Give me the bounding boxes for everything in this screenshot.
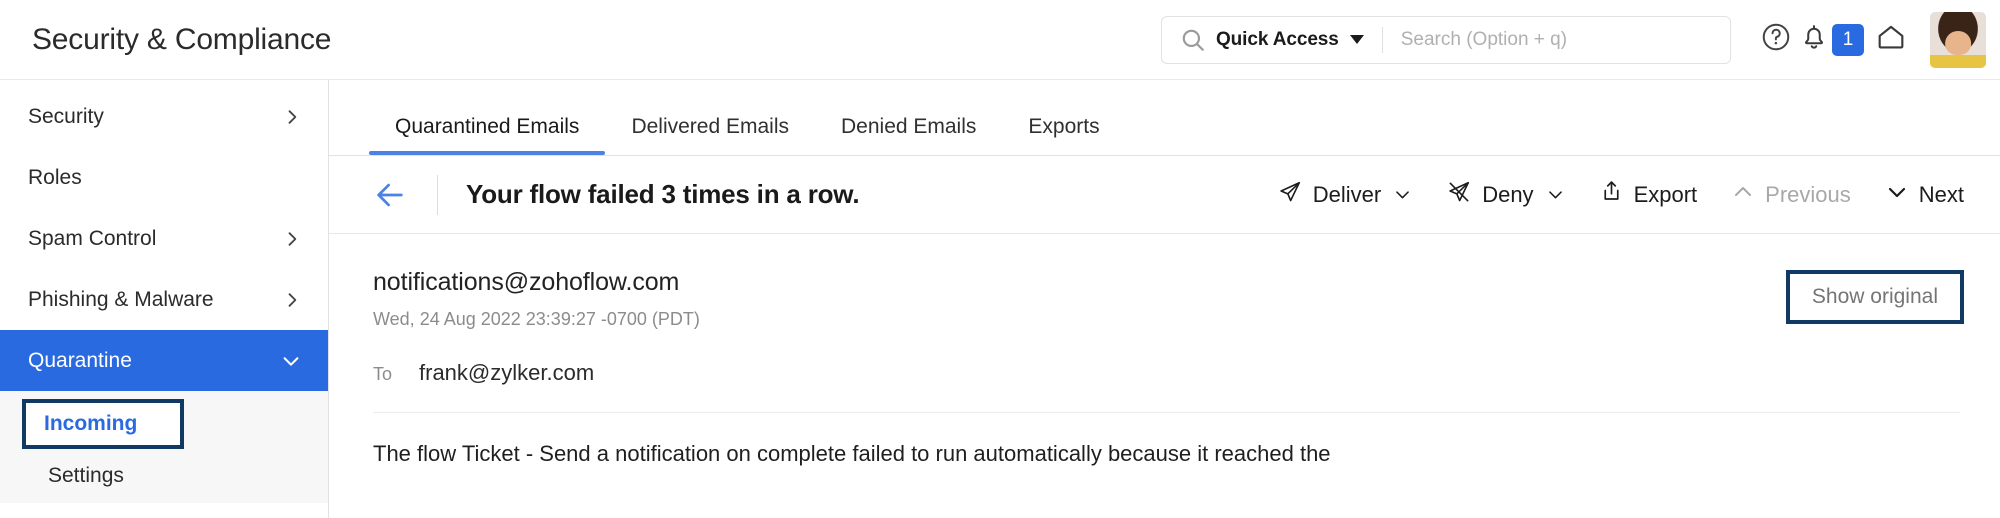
- body: Security Roles Spam Control Phishing & M…: [0, 80, 2000, 518]
- action-label: Previous: [1765, 181, 1851, 207]
- chevron-right-icon: [282, 290, 302, 310]
- notifications-button[interactable]: 1: [1799, 22, 1864, 57]
- sidebar-item-roles[interactable]: Roles: [0, 147, 328, 208]
- to-value: frank@zylker.com: [419, 360, 595, 385]
- sidebar-item-incoming[interactable]: Incoming: [22, 399, 184, 449]
- chevron-down-icon[interactable]: [1393, 185, 1412, 204]
- app-root: Security & Compliance Quick Access Searc…: [0, 0, 2000, 518]
- sidebar-subnav: Incoming Settings: [0, 391, 328, 503]
- sidebar-item-label: Security: [28, 104, 104, 128]
- sidebar-subitem-label: Incoming: [44, 412, 138, 435]
- email-to-row: To frank@zylker.com: [373, 360, 1960, 413]
- action-label: Deliver: [1312, 181, 1382, 207]
- sidebar-item-settings[interactable]: Settings: [0, 449, 328, 503]
- sidebar-item-security[interactable]: Security: [0, 86, 328, 147]
- tab-quarantined-emails[interactable]: Quarantined Emails: [369, 115, 606, 155]
- chevron-down-icon[interactable]: [1349, 35, 1364, 44]
- chevron-down-icon: [280, 350, 302, 372]
- email-action-bar: Your flow failed 3 times in a row. Deliv…: [329, 156, 2000, 234]
- previous-button[interactable]: Previous: [1731, 180, 1851, 210]
- email-body-preview: The flow Ticket - Send a notification on…: [373, 441, 1331, 466]
- home-button[interactable]: [1868, 17, 1914, 63]
- avatar[interactable]: [1930, 11, 1986, 68]
- sidebar: Security Roles Spam Control Phishing & M…: [0, 80, 329, 518]
- paper-plane-slash-icon: [1446, 179, 1472, 211]
- tab-label: Delivered Emails: [631, 115, 789, 138]
- chevron-up-icon: [1731, 180, 1755, 210]
- sidebar-item-label: Roles: [28, 165, 82, 189]
- search-input[interactable]: [1400, 16, 1730, 63]
- bell-icon: [1799, 22, 1829, 57]
- deny-button[interactable]: Deny: [1446, 179, 1564, 211]
- page-title: Security & Compliance: [32, 22, 332, 56]
- notification-badge: 1: [1832, 23, 1864, 56]
- sidebar-item-quarantine[interactable]: Quarantine: [0, 330, 328, 391]
- show-original-button[interactable]: Show original: [1785, 270, 1964, 324]
- divider: [1381, 26, 1383, 53]
- sidebar-subitem-label: Settings: [48, 464, 124, 487]
- quick-access-label[interactable]: Quick Access: [1216, 29, 1339, 51]
- action-label: Next: [1918, 181, 1964, 207]
- chevron-down-icon[interactable]: [1546, 185, 1565, 204]
- avatar-shirt: [1930, 55, 1986, 68]
- help-button[interactable]: [1753, 17, 1799, 63]
- email-sender: notifications@zohoflow.com: [373, 268, 680, 296]
- tab-bar: Quarantined Emails Delivered Emails Deni…: [329, 80, 2000, 156]
- avatar-face: [1945, 30, 1971, 56]
- deliver-button[interactable]: Deliver: [1277, 179, 1412, 211]
- top-bar-right: Quick Access Search (Option + q) 1: [1161, 0, 2000, 79]
- next-button[interactable]: Next: [1885, 180, 1964, 210]
- email-header: notifications@zohoflow.com Wed, 24 Aug 2…: [329, 234, 2000, 413]
- divider: [437, 174, 438, 215]
- paper-plane-icon: [1277, 179, 1303, 211]
- tab-delivered-emails[interactable]: Delivered Emails: [605, 115, 815, 155]
- home-icon: [1875, 21, 1907, 58]
- sidebar-item-label: Quarantine: [28, 348, 132, 372]
- main-content: Quarantined Emails Delivered Emails Deni…: [329, 80, 2000, 518]
- tab-denied-emails[interactable]: Denied Emails: [815, 115, 1002, 155]
- sidebar-item-spam-control[interactable]: Spam Control: [0, 208, 328, 269]
- tab-exports[interactable]: Exports: [1002, 115, 1125, 155]
- action-label: Deny: [1482, 181, 1534, 207]
- top-bar: Security & Compliance Quick Access Searc…: [0, 0, 2000, 80]
- tab-label: Denied Emails: [841, 115, 977, 138]
- global-search[interactable]: Quick Access: [1161, 15, 1731, 64]
- back-button[interactable]: [373, 178, 407, 212]
- chevron-right-icon: [282, 107, 302, 127]
- search-icon: [1180, 27, 1206, 53]
- sidebar-item-label: Phishing & Malware: [28, 287, 214, 311]
- action-label: Export: [1633, 181, 1698, 207]
- to-label: To: [373, 364, 393, 384]
- export-button[interactable]: Export: [1599, 179, 1698, 210]
- email-subject: Your flow failed 3 times in a row.: [466, 179, 860, 209]
- tab-label: Exports: [1028, 115, 1100, 138]
- chevron-right-icon: [282, 229, 302, 249]
- export-upload-icon: [1599, 179, 1624, 210]
- tab-label: Quarantined Emails: [395, 115, 580, 138]
- email-actions: Deliver Deny Export Previous Next: [1243, 179, 1964, 211]
- sidebar-item-phishing-malware[interactable]: Phishing & Malware: [0, 269, 328, 330]
- chevron-down-icon: [1885, 180, 1909, 210]
- sidebar-item-label: Spam Control: [28, 226, 157, 250]
- email-date: Wed, 24 Aug 2022 23:39:27 -0700 (PDT): [373, 309, 700, 329]
- question-circle-icon: [1760, 21, 1792, 58]
